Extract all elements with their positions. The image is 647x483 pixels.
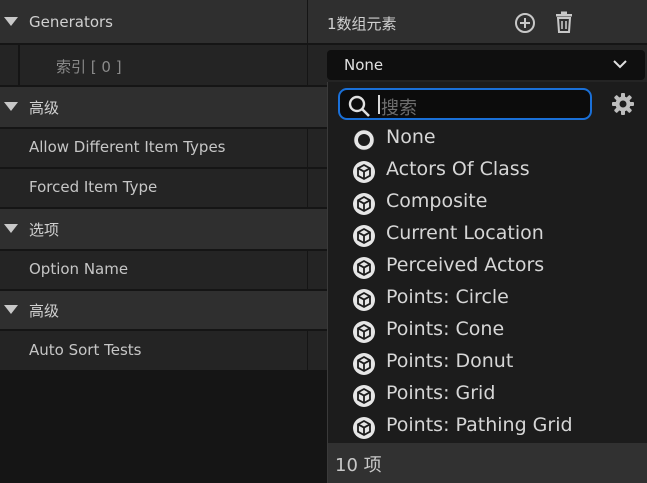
- array-count-text: 1数组元素: [327, 15, 397, 33]
- collapse-triangle-icon[interactable]: [4, 102, 18, 111]
- class-list-item-label: Points: Grid: [386, 382, 496, 404]
- class-list-item[interactable]: Points: Pathing Grid: [328, 411, 644, 443]
- collapse-triangle-icon[interactable]: [4, 17, 18, 26]
- generators-row[interactable]: Generators 1数组元素: [0, 0, 647, 43]
- item-count-bar: 10 项: [328, 443, 647, 483]
- chevron-down-icon: [613, 60, 627, 69]
- circle-icon: [352, 128, 376, 152]
- add-element-icon[interactable]: [514, 12, 536, 34]
- class-list-item-label: Actors Of Class: [386, 158, 530, 180]
- cube-icon: [352, 384, 376, 408]
- cube-icon: [352, 160, 376, 184]
- cube-icon: [352, 352, 376, 376]
- class-list-item[interactable]: Points: Cone: [328, 315, 644, 347]
- cube-icon: [352, 288, 376, 312]
- cube-icon: [352, 320, 376, 344]
- cube-icon: [352, 224, 376, 248]
- property-label: Option Name: [29, 260, 129, 278]
- search-placeholder: 搜索: [381, 98, 417, 119]
- class-list-item-label: Composite: [386, 190, 488, 212]
- property-label: Auto Sort Tests: [29, 341, 142, 359]
- class-list-item-label: Perceived Actors: [386, 254, 545, 276]
- class-list-item-label: Current Location: [386, 222, 544, 244]
- class-list-item[interactable]: Points: Donut: [328, 347, 644, 379]
- combo-value: None: [344, 56, 384, 74]
- search-input[interactable]: 搜索: [338, 88, 592, 120]
- collapse-triangle-icon[interactable]: [4, 305, 18, 314]
- class-list-item-label: None: [386, 126, 436, 148]
- class-list-item-label: Points: Donut: [386, 350, 514, 372]
- class-list-item[interactable]: Points: Circle: [328, 283, 644, 315]
- class-list-item-label: Points: Cone: [386, 318, 505, 340]
- search-icon: [348, 95, 370, 117]
- gear-icon[interactable]: [611, 92, 635, 116]
- class-list-item[interactable]: Current Location: [328, 219, 644, 251]
- column-separator[interactable]: [307, 0, 308, 43]
- category-label: 高级: [29, 302, 60, 320]
- class-list-item[interactable]: Composite: [328, 187, 644, 219]
- class-picker-dropdown: 搜索 None Actors Of Class Composite Current L…: [327, 82, 647, 483]
- category-label: 高级: [29, 99, 60, 117]
- property-label: Forced Item Type: [29, 178, 158, 196]
- class-list-item-label: Points: Pathing Grid: [386, 414, 573, 436]
- index-label: 索引 [ 0 ]: [56, 58, 122, 76]
- class-list-item[interactable]: Points: Grid: [328, 379, 644, 411]
- class-list-item[interactable]: Perceived Actors: [328, 251, 644, 283]
- property-label: Allow Different Item Types: [29, 138, 226, 156]
- class-list-item[interactable]: None: [328, 123, 644, 155]
- cube-icon: [352, 192, 376, 216]
- delete-all-icon[interactable]: [553, 11, 575, 33]
- collapse-triangle-icon[interactable]: [4, 224, 18, 233]
- cube-icon: [352, 256, 376, 280]
- generator-class-combo[interactable]: None: [327, 50, 645, 80]
- text-caret: [378, 95, 380, 114]
- class-list-item[interactable]: Actors Of Class: [328, 155, 644, 187]
- item-count-text: 10 项: [335, 455, 382, 476]
- generators-label: Generators: [29, 13, 113, 31]
- cube-icon: [352, 416, 376, 440]
- category-label: 选项: [29, 221, 60, 239]
- class-list-item-label: Points: Circle: [386, 286, 509, 308]
